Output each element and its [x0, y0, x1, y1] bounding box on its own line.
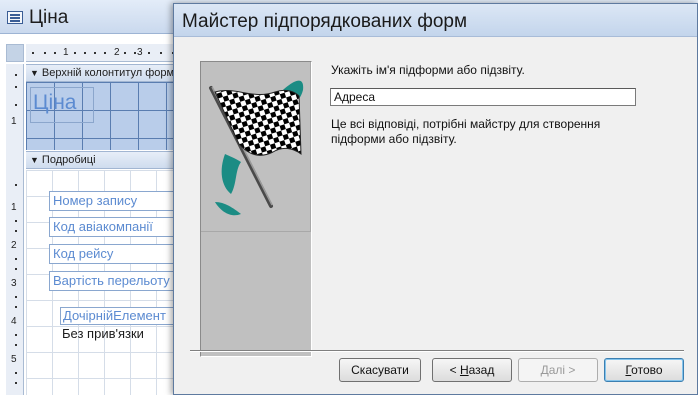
- ruler-number: 3: [137, 47, 143, 58]
- finish-button[interactable]: Готово: [604, 358, 684, 382]
- wizard-title: Майстер підпорядкованих форм: [182, 11, 468, 32]
- field-label-airline-code[interactable]: Код авіакомпанії: [49, 217, 179, 237]
- next-button[interactable]: Далі >: [518, 358, 598, 382]
- ruler-number: 2: [11, 240, 17, 251]
- button-separator: [190, 350, 684, 352]
- form-header-section-bar[interactable]: ▼ Верхній колонтитул форми: [26, 64, 176, 82]
- wizard-titlebar[interactable]: Майстер підпорядкованих форм: [174, 4, 697, 37]
- subform-wizard-dialog: Майстер підпорядкованих форм Укажіть ім'…: [173, 3, 698, 395]
- detail-section-bar[interactable]: ▼ Подробиці: [26, 151, 176, 169]
- ruler-number: 5: [11, 354, 17, 365]
- form-header-section-label: Верхній колонтитул форми: [41, 67, 176, 79]
- designer-title: Ціна: [29, 7, 69, 28]
- ruler-number: 4: [11, 316, 17, 327]
- field-label-flight-code[interactable]: Код рейсу: [49, 244, 179, 264]
- wizard-info-text: Це всі відповіді, потрібні майстру для с…: [331, 117, 601, 146]
- subform-control-label[interactable]: ДочірнійЕлемент: [60, 307, 180, 325]
- back-button-hotkey: Н: [459, 363, 469, 377]
- ruler-number: 1: [11, 116, 17, 127]
- subform-name-prompt: Укажіть ім'я підформи або підзвіту.: [331, 63, 525, 77]
- back-button-prefix: <: [449, 363, 460, 377]
- detail-section-label: Подробиці: [41, 154, 96, 166]
- subform-name-input[interactable]: [330, 88, 636, 106]
- ruler-number: 1: [63, 47, 69, 58]
- finish-button-label: отово: [631, 363, 663, 377]
- cancel-button[interactable]: Скасувати: [339, 358, 421, 382]
- field-label-flight-cost[interactable]: Вартість перельоту: [49, 271, 179, 291]
- wizard-image-frame: [201, 62, 311, 232]
- ruler-number: 1: [11, 202, 17, 213]
- ruler-number: 3: [11, 278, 17, 289]
- checkered-flag-icon: [209, 80, 304, 216]
- wizard-body: Укажіть ім'я підформи або підзвіту. Це в…: [174, 37, 697, 394]
- header-title-label: Ціна: [33, 91, 77, 114]
- vertical-ruler: 1 1 2 3 4 5: [6, 64, 24, 395]
- horizontal-ruler: 1 2 3: [26, 44, 176, 62]
- ruler-number: 2: [114, 47, 120, 58]
- unbound-control-text: Без прив'язки: [62, 326, 144, 341]
- section-arrow-icon: ▼: [30, 68, 39, 78]
- back-button-label: азад: [468, 363, 495, 377]
- form-icon: [7, 11, 23, 24]
- wizard-image-panel: [200, 61, 312, 357]
- field-label-record-number[interactable]: Номер запису: [49, 191, 179, 211]
- ruler-corner-selector[interactable]: [6, 44, 24, 62]
- section-arrow-icon: ▼: [30, 155, 39, 165]
- back-button[interactable]: < Назад: [432, 358, 512, 382]
